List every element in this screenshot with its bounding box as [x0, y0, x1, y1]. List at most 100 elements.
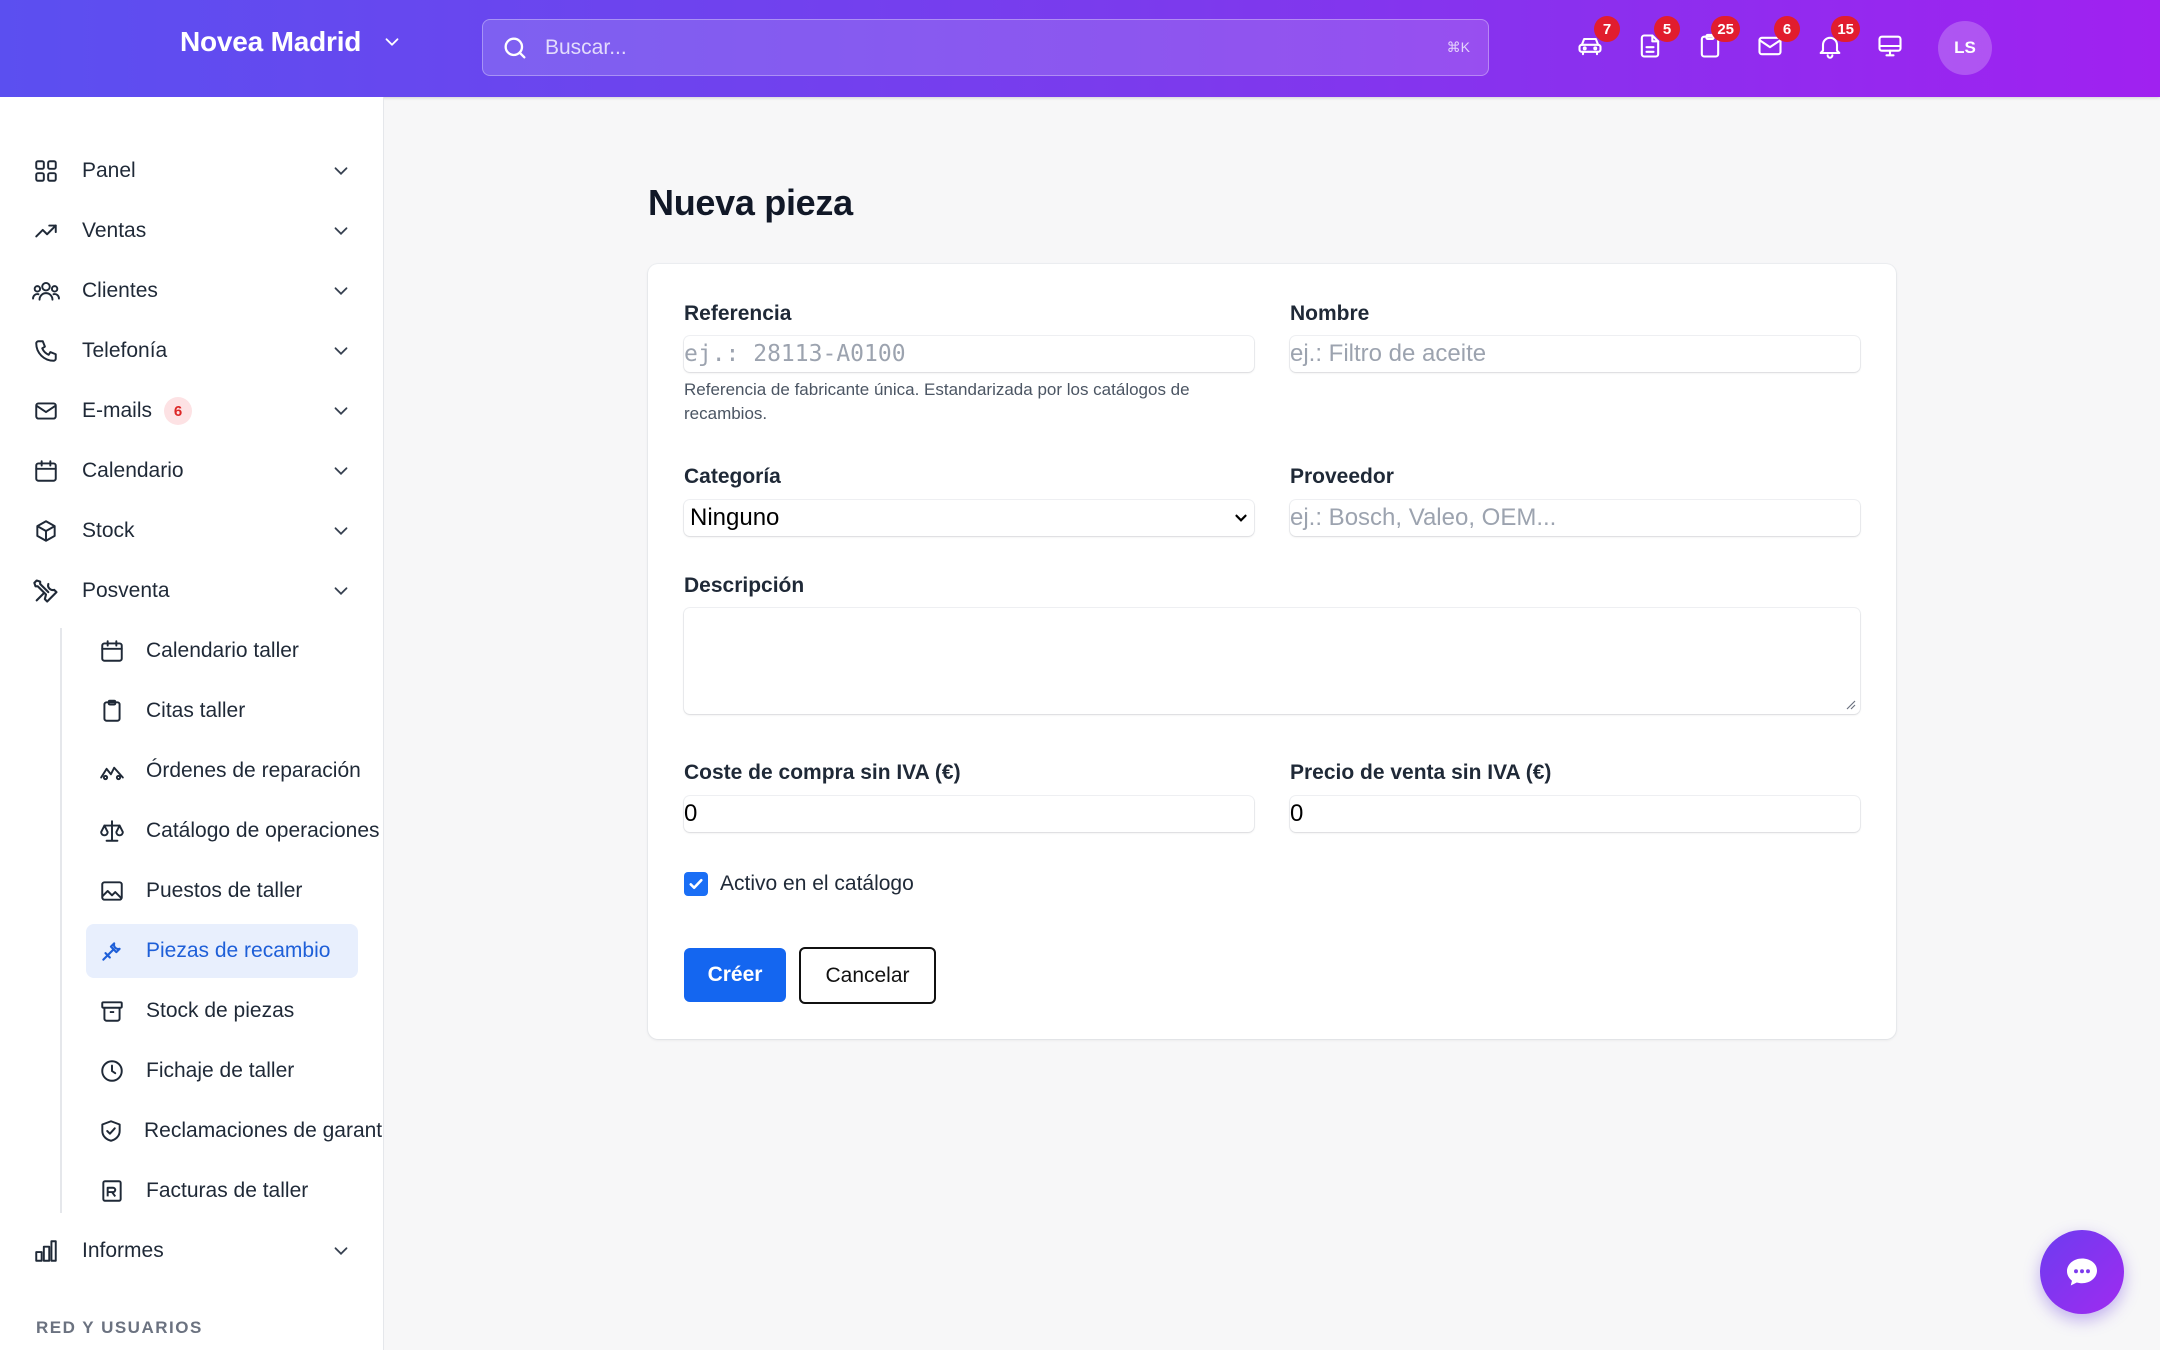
descripcion-label: Descripción	[684, 574, 805, 597]
create-button[interactable]: Créer	[684, 948, 786, 1002]
scale-icon	[98, 817, 126, 845]
proveedor-placeholder: ej.: Bosch, Valeo, OEM...	[1290, 504, 1557, 531]
proveedor-input[interactable]: ej.: Bosch, Valeo, OEM...	[1290, 500, 1860, 536]
workspace-name: Novea Madrid	[180, 26, 362, 57]
trending-up-icon	[32, 217, 60, 245]
categoria-select[interactable]: Ninguno	[684, 500, 1254, 536]
chevron-down-icon	[334, 587, 348, 596]
sidebar-item-label: E-mails	[82, 399, 153, 422]
search-input[interactable]: Buscar...	[545, 36, 1447, 60]
sidebar-item-informes[interactable]: Informes	[32, 1226, 352, 1276]
notification-badge: 5	[1654, 16, 1680, 42]
referencia-input[interactable]: ej.: 28113-A0100	[684, 336, 1254, 372]
sidebar-item-posventa[interactable]: Posventa	[32, 566, 352, 616]
chevron-down-icon	[385, 38, 399, 46]
tools-icon	[32, 577, 60, 605]
sidebar-item-label: Ventas	[82, 219, 147, 242]
sidebar-item-label: Informes	[82, 1239, 164, 1262]
users-icon	[32, 277, 60, 305]
submenu-guide-line	[60, 628, 62, 1213]
chevron-down-icon	[334, 347, 348, 356]
invoice-icon	[98, 1177, 126, 1205]
cancel-button[interactable]: Cancelar	[799, 947, 936, 1004]
sidebar-subitem-stock-piezas[interactable]: Stock de piezas	[86, 984, 383, 1038]
calendar-icon	[98, 637, 126, 665]
nombre-placeholder: ej.: Filtro de aceite	[1290, 340, 1487, 367]
box-icon	[32, 517, 60, 545]
notification-badge: 25	[1711, 16, 1740, 42]
sidebar-item-label: Fichaje de taller	[146, 1059, 295, 1082]
sidebar-item-label: Stock de piezas	[146, 999, 295, 1022]
categoria-selected-value: Ninguno	[690, 504, 780, 531]
wrench-icon	[98, 937, 126, 965]
sidebar-item-label: Stock	[82, 519, 135, 542]
image-icon	[98, 877, 126, 905]
car-front-icon	[98, 757, 126, 785]
notifications-button[interactable]: 15	[1812, 16, 1860, 64]
precio-value: 0	[1290, 800, 1304, 827]
sidebar-item-label: Órdenes de reparación	[146, 759, 361, 782]
page-title: Nueva pieza	[648, 182, 853, 223]
sidebar-subitem-piezas-recambio[interactable]: Piezas de recambio	[86, 924, 358, 978]
referencia-label: Referencia	[684, 302, 792, 325]
sidebar-item-ventas[interactable]: Ventas	[32, 206, 352, 256]
nombre-input[interactable]: ej.: Filtro de aceite	[1290, 336, 1860, 372]
descripcion-textarea[interactable]	[684, 608, 1860, 714]
coste-value: 0	[684, 800, 698, 827]
chevron-down-icon	[334, 167, 348, 176]
workspace-switcher[interactable]: Novea Madrid	[180, 26, 403, 58]
sidebar-item-label: Calendario taller	[146, 639, 299, 662]
resize-handle-icon	[1846, 700, 1856, 710]
chevron-down-icon	[334, 407, 348, 416]
activo-label[interactable]: Activo en el catálogo	[720, 872, 914, 896]
sidebar-item-label: Facturas de taller	[146, 1179, 309, 1202]
car-button[interactable]: 7	[1572, 16, 1620, 64]
mail-icon	[32, 397, 60, 425]
chevron-down-icon	[334, 467, 348, 476]
sidebar-subitem-calendario-taller[interactable]: Calendario taller	[86, 624, 383, 678]
sidebar-item-stock[interactable]: Stock	[32, 506, 352, 556]
sidebar-item-emails[interactable]: E-mails 6	[32, 386, 352, 436]
chat-button[interactable]	[2040, 1230, 2124, 1314]
sidebar-item-label: Posventa	[82, 579, 170, 602]
categoria-label: Categoría	[684, 465, 781, 488]
proveedor-label: Proveedor	[1290, 465, 1394, 488]
sidebar-subitem-citas-taller[interactable]: Citas taller	[86, 684, 383, 738]
sidebar-item-label: Citas taller	[146, 699, 246, 722]
precio-label: Precio de venta sin IVA (€)	[1290, 761, 1552, 784]
documents-button[interactable]: 5	[1632, 16, 1680, 64]
sidebar-item-calendario[interactable]: Calendario	[32, 446, 352, 496]
sidebar-item-label: Reclamaciones de garantía	[144, 1119, 384, 1142]
top-bar: Novea Madrid Buscar... ⌘K 7 5 25 6 15 LS	[0, 0, 2160, 97]
precio-input[interactable]: 0	[1290, 796, 1860, 832]
avatar[interactable]: LS	[1938, 21, 1992, 75]
shield-check-icon	[98, 1117, 124, 1145]
sidebar-item-label: Piezas de recambio	[146, 939, 331, 962]
chat-bubble-icon	[2067, 1258, 2097, 1286]
notification-badge: 15	[1831, 16, 1860, 42]
sidebar-item-label: Calendario	[82, 459, 184, 482]
sidebar-subitem-puestos-taller[interactable]: Puestos de taller	[86, 864, 383, 918]
activo-checkbox[interactable]	[684, 872, 708, 896]
sidebar-subitem-fichaje-taller[interactable]: Fichaje de taller	[86, 1044, 383, 1098]
sidebar-item-telefonia[interactable]: Telefonía	[32, 326, 352, 376]
monitor-icon	[1878, 35, 1902, 57]
sidebar-item-label: Panel	[82, 159, 136, 182]
unread-count-badge: 6	[164, 397, 193, 425]
chevron-down-icon	[334, 227, 348, 236]
tasks-button[interactable]: 25	[1692, 16, 1740, 64]
part-form-card: Referencia ej.: 28113-A0100 Referencia d…	[648, 264, 1896, 1039]
sidebar-subitem-reclamaciones-garantia[interactable]: Reclamaciones de garantía	[86, 1104, 384, 1158]
sidebar-item-label: Telefonía	[82, 339, 168, 362]
sidebar-subitem-facturas-taller[interactable]: Facturas de taller	[86, 1164, 383, 1218]
display-button[interactable]	[1872, 28, 1908, 64]
coste-label: Coste de compra sin IVA (€)	[684, 761, 961, 784]
search-bar[interactable]: Buscar... ⌘K	[482, 19, 1489, 76]
mail-button[interactable]: 6	[1752, 16, 1800, 64]
sidebar-item-panel[interactable]: Panel	[32, 146, 352, 196]
sidebar-subitem-catalogo-operaciones[interactable]: Catálogo de operaciones	[86, 804, 383, 858]
sidebar-subitem-ordenes-reparacion[interactable]: Órdenes de reparación	[86, 744, 383, 798]
sidebar: Panel Ventas Clientes Telefonía E-mails …	[0, 97, 384, 1350]
coste-input[interactable]: 0	[684, 796, 1254, 832]
sidebar-item-clientes[interactable]: Clientes	[32, 266, 352, 316]
